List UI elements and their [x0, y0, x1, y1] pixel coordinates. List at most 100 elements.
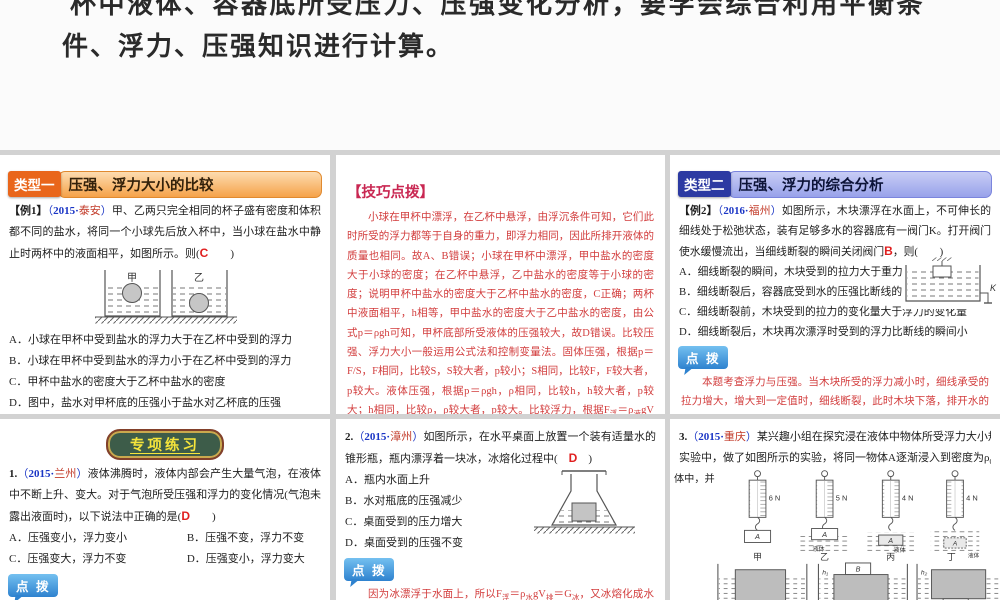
- ball-suspended: [189, 293, 209, 313]
- problem2-city: 漳州: [390, 431, 413, 443]
- example2-answer-mark: B: [884, 244, 893, 258]
- object-a-label: A: [821, 530, 827, 539]
- problem3-stem-left: 体中，并: [674, 474, 715, 485]
- problem1-option-c: C．压强变大，浮力不变: [9, 553, 127, 565]
- example2-label: 【例2】: [679, 205, 718, 217]
- depth-h1-label: h₁: [822, 570, 828, 577]
- object-a-label: A: [754, 532, 760, 541]
- problem3-stem-line1: 3.（2015·重庆）某兴趣小组在探究浸在液体中物体所受浮力大小规律的: [679, 427, 991, 448]
- scale-reading: 5 N: [836, 494, 848, 503]
- floating-block: [833, 574, 889, 600]
- practice-banner: 专项练习: [106, 429, 224, 460]
- problem1-stem: 1.（2015·兰州）液体沸腾时，液体内部会产生大量气泡，在液体中不断上升、变大…: [9, 464, 321, 528]
- depth-h2-label: h₂: [921, 570, 928, 577]
- paren-open: （: [353, 431, 365, 443]
- example1-year: 2015·: [53, 205, 79, 217]
- problem1-year: 2015·: [28, 468, 55, 480]
- panel-type1: 类型一 压强、浮力大小的比较 【例1】（2015·泰安）甲、乙两只完全相同的杯子…: [0, 155, 330, 414]
- panel-practice-3: 3.（2015·重庆）某兴趣小组在探究浸在液体中物体所受浮力大小规律的 实验中，…: [670, 419, 1000, 600]
- example2-year: 2016·: [723, 205, 749, 217]
- problem3-number: 3.: [679, 431, 688, 443]
- setup-label: 甲: [753, 552, 762, 562]
- problem3-stem-text-1: 某兴趣小组在探究浸在液体中物体所受浮力大小规律的: [756, 431, 991, 443]
- problem2-number: 2.: [345, 431, 354, 443]
- paren-open: （: [17, 468, 29, 480]
- floating-block: [734, 569, 786, 600]
- object-a-label: A: [952, 541, 957, 548]
- problem1-pointer: 点 拨: [0, 570, 330, 600]
- problem3-year: 2015·: [698, 431, 724, 443]
- ball-floating: [122, 283, 142, 303]
- example1-stem-end: ): [208, 248, 235, 260]
- tanks-figure: 液体 h₁ B 液体 h₂ B 液体: [717, 562, 1000, 600]
- example1-options: A．小球在甲杯中受到盐水的浮力大于在乙杯中受到的浮力 B．小球在甲杯中受到盐水的…: [9, 330, 321, 414]
- liquid-label: 液体: [968, 551, 980, 559]
- problem2-option-c: C．桌面受到的压力增大: [345, 516, 463, 528]
- problem2-year: 2015·: [364, 431, 391, 443]
- example1-option-c: C．甲杯中盐水的密度大于乙杯中盐水的密度: [9, 376, 226, 388]
- beaker2-label: 乙: [194, 272, 204, 284]
- panel-practice-2: 2.（2015·漳州）如图所示，在水平桌面上放置一个装有适量水的锥形瓶，瓶内漂浮…: [336, 419, 665, 600]
- valve-label: K: [990, 283, 997, 293]
- example2-option-d: D．细线断裂后，木块再次漂浮时受到的浮力比断线的瞬间小: [679, 326, 968, 338]
- problem3-figures: 6 N A 甲 5 N A 液体 乙 4 N A 液体 丙 4 N A 液体 丁…: [715, 469, 1000, 600]
- problem2-analysis: 因为冰漂浮于水面上，所以F浮＝ρ水gV排＝G冰，又冰熔化成水后，: [368, 589, 654, 600]
- pointer-badge: 点 拨: [344, 558, 395, 581]
- problem1-city: 兰州: [54, 468, 77, 480]
- scale-reading: 4 N: [966, 494, 978, 503]
- setup-label: 丙: [886, 552, 895, 562]
- problem1-number: 1.: [9, 468, 18, 480]
- problem2-options: A．瓶内水面上升 B．水对瓶底的压强减少 C．桌面受到的压力增大 D．桌面受到的…: [345, 470, 530, 554]
- intro-line2: 件、浮力、压强知识进行计算。: [62, 32, 455, 61]
- problem2-option-b: B．水对瓶底的压强减少: [345, 495, 463, 507]
- problem1-option-d: D．压强变小，浮力变大: [186, 553, 305, 565]
- example1-figure: 甲 乙: [0, 267, 330, 327]
- example1-option-b: B．小球在甲杯中受到盐水的浮力小于在乙杯中受到的浮力: [9, 355, 292, 367]
- example1-option-d: D．图中，盐水对甲杯底的压强小于盐水对乙杯底的压强: [9, 397, 281, 409]
- example1-city: 泰安: [78, 205, 101, 217]
- paren-close: ）: [412, 431, 424, 443]
- problem2-pointer: 点 拨: [336, 554, 665, 585]
- setup-label: 丁: [947, 552, 956, 562]
- intro-section: 杯中液体、容器底所受压力、压强变化分析，要学会综合利用平衡条 件、浮力、压强知识…: [0, 0, 1000, 150]
- problem3-city: 重庆: [723, 431, 746, 443]
- tips-paragraph-1: 小球在甲杯中漂浮，在乙杯中悬浮，由浮沉条件可知，它们此时所受的浮力都等于自身的重…: [347, 212, 654, 414]
- liquid-label: 液体: [893, 546, 905, 554]
- scale-reading: 4 N: [902, 494, 914, 503]
- intro-line1: 杯中液体、容器底所受压力、压强变化分析，要学会综合利用平衡条: [70, 0, 926, 19]
- type1-header: 类型一 压强、浮力大小的比较: [8, 170, 322, 198]
- container-valve-figure: K: [902, 257, 997, 309]
- problem2-stem: 2.（2015·漳州）如图所示，在水平桌面上放置一个装有适量水的锥形瓶，瓶内漂浮…: [345, 427, 656, 470]
- type1-title: 压强、浮力大小的比较: [57, 170, 322, 198]
- problem2-stem-end: ): [577, 453, 593, 465]
- problem1-option-b: B．压强不变，浮力不变: [186, 532, 305, 544]
- example1-stem: 【例1】（2015·泰安）甲、乙两只完全相同的杯子盛有密度和体积都不同的盐水，将…: [9, 201, 321, 265]
- panel-tips: 【技巧点拨】 小球在甲杯中漂浮，在乙杯中悬浮，由浮沉条件可知，它们此时所受的浮力…: [336, 155, 665, 414]
- conical-flask-figure: [534, 470, 635, 534]
- example1-label: 【例1】: [9, 205, 48, 217]
- pointer-badge: 点 拨: [8, 574, 59, 597]
- example2-city: 福州: [748, 205, 771, 217]
- type2-badge: 类型二: [678, 171, 731, 197]
- type1-badge: 类型一: [8, 171, 61, 197]
- problem3-figure-row: 体中，并 6 N A 甲 5 N A 液体 乙 4 N A 液体 丙 4 N A…: [674, 469, 1000, 600]
- problem1-stem-end: ): [190, 511, 216, 523]
- problem1-answer-mark: D: [181, 509, 190, 523]
- paren-open: （: [687, 431, 699, 443]
- panel-type2: 类型二 压强、浮力的综合分析 【例2】（2016·福州）如图所示，木块漂浮在水面…: [670, 155, 1000, 414]
- problem1-option-a: A．压强变小，浮力变小: [9, 532, 127, 544]
- courseware-slide: { "palette": { "type1_accent": "#e9661b"…: [0, 0, 1000, 600]
- practice-banner-row: 专项练习: [0, 429, 330, 460]
- paren-close: ）: [770, 205, 782, 217]
- block-b-label: B: [855, 565, 860, 574]
- object-a-label: A: [887, 538, 893, 545]
- problem2-figure: [522, 465, 647, 537]
- problem2-option-d: D．桌面受到的压强不变: [345, 537, 463, 549]
- paren-close: ）: [100, 205, 112, 217]
- pointer-badge: 点 拨: [678, 346, 729, 369]
- spring-scales-figure: 6 N A 甲 5 N A 液体 乙 4 N A 液体 丙 4 N A 液体 丁: [743, 470, 980, 562]
- type2-title: 压强、浮力的综合分析: [727, 170, 992, 198]
- beaker1-label: 甲: [127, 273, 137, 284]
- panel-practice-1: 专项练习 1.（2015·兰州）液体沸腾时，液体内部会产生大量气泡，在液体中不断…: [0, 419, 330, 600]
- paren-close: ）: [745, 431, 757, 443]
